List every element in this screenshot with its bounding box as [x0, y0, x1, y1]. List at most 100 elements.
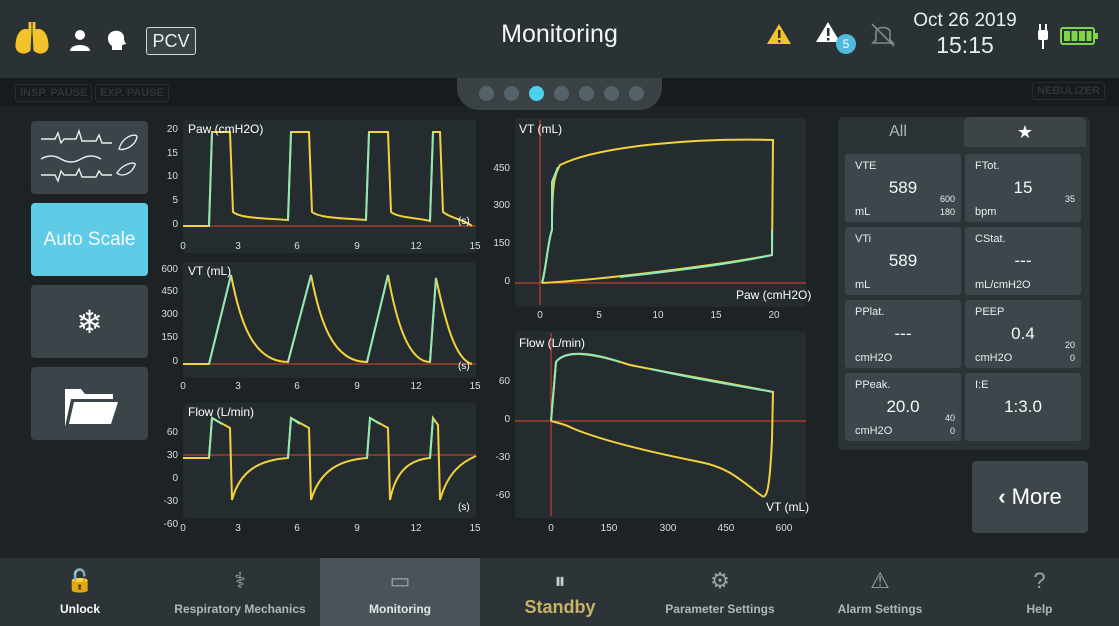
monitor-waveform-icon: ▭ [389, 568, 411, 593]
fv-y-label: Flow (L/min) [519, 336, 586, 350]
paw-waveform-panel[interactable] [183, 120, 476, 253]
x-tick: 12 [410, 381, 422, 392]
param-cell-cstat[interactable]: CStat. --- mL/cmH2O [965, 227, 1081, 295]
pause-icon: ⏸ [554, 568, 566, 593]
y-tick: 600 [161, 264, 178, 275]
page-dot-active[interactable] [529, 86, 544, 101]
y-tick: 300 [493, 200, 510, 211]
x-tick: 0 [180, 241, 186, 252]
pv-x-label: Paw (cmH2O) [736, 288, 812, 302]
x-tick: 6 [294, 241, 300, 252]
flow-waveform-panel[interactable] [183, 403, 476, 518]
page-dot[interactable] [504, 86, 519, 101]
date-label: Oct 26 2019 [913, 10, 1017, 31]
y-tick: 300 [161, 309, 178, 320]
y-tick: 60 [166, 427, 178, 438]
nav-alarm-settings[interactable]: ⚠ Alarm Settings [800, 558, 960, 626]
snowflake-icon: ❄ [76, 304, 103, 340]
x-unit: (s) [458, 502, 470, 513]
y-tick: 150 [161, 332, 178, 343]
nebulizer-button[interactable]: NEBULIZER [1032, 82, 1105, 100]
x-tick: 15 [469, 523, 481, 534]
nav-parameter-settings[interactable]: ⚙ Parameter Settings [640, 558, 800, 626]
x-tick: 0 [548, 523, 554, 534]
nav-respiratory-mechanics[interactable]: ⚕ Respiratory Mechanics [160, 558, 320, 626]
x-unit: (s) [458, 216, 470, 227]
exp-pause-button[interactable]: EXP. PAUSE [95, 84, 169, 102]
param-cell-ftot[interactable]: FTot. 15 bpm 35 [965, 154, 1081, 222]
insp-pause-button[interactable]: INSP. PAUSE [15, 84, 93, 102]
pv-y-label: VT (mL) [519, 122, 563, 136]
y-tick: 0 [172, 219, 178, 230]
lungs-icon: ⚕ [234, 568, 246, 593]
page-dot[interactable] [604, 86, 619, 101]
y-tick: 150 [493, 238, 510, 249]
warning-icon[interactable] [766, 22, 792, 46]
x-tick: 15 [710, 310, 722, 321]
vt-axis-label: VT (mL) [188, 264, 232, 278]
param-cell-ppeak[interactable]: PPeak. 20.0 cmH2O 40 0 [845, 373, 961, 441]
x-tick: 300 [659, 523, 677, 534]
y-tick: 30 [166, 450, 178, 461]
waveform-layout-icon [40, 128, 138, 183]
paw-axis-label: Paw (cmH2O) [188, 122, 264, 136]
flow-axis-label: Flow (L/min) [188, 405, 255, 419]
open-folder-button[interactable] [31, 367, 148, 440]
alarm-silenced-icon[interactable] [870, 20, 896, 48]
page-dot[interactable] [479, 86, 494, 101]
x-tick: 0 [180, 381, 186, 392]
freeze-button[interactable]: ❄ [31, 285, 148, 358]
y-tick: -30 [495, 452, 510, 463]
x-tick: 9 [354, 241, 360, 252]
page-dot[interactable] [579, 86, 594, 101]
x-tick: 10 [652, 310, 664, 321]
tab-all[interactable]: All [838, 117, 958, 147]
page-dot[interactable] [554, 86, 569, 101]
pv-loop-panel[interactable] [515, 118, 806, 307]
param-cell-ie[interactable]: I:E 1:3.0 [965, 373, 1081, 441]
param-cell-vti[interactable]: VTi 589 mL [845, 227, 961, 295]
x-tick: 20 [768, 310, 780, 321]
layout-select-button[interactable] [31, 121, 148, 194]
param-cell-vte[interactable]: VTE 589 mL 600 180 [845, 154, 961, 222]
y-tick: 60 [498, 376, 510, 387]
x-tick: 9 [354, 381, 360, 392]
more-button[interactable]: ‹ More [972, 461, 1088, 533]
ac-plug-icon [1038, 24, 1048, 49]
alarm-warning-icon: ⚠ [870, 568, 890, 593]
unlock-icon: 🔓 [66, 568, 94, 593]
alarm-count-badge: 5 [842, 37, 850, 51]
sliders-icon: ⚙ [710, 568, 730, 593]
fv-x-label: VT (mL) [766, 500, 810, 514]
x-tick: 0 [537, 310, 543, 321]
x-tick: 450 [717, 523, 735, 534]
vt-waveform-panel[interactable] [183, 262, 476, 378]
x-tick: 150 [600, 523, 618, 534]
x-tick: 15 [469, 241, 481, 252]
tab-favorites[interactable]: ★ [964, 117, 1086, 147]
y-tick: 10 [166, 171, 178, 182]
help-icon: ? [1033, 568, 1046, 593]
y-tick: 0 [504, 276, 510, 287]
x-tick: 3 [235, 523, 241, 534]
nav-unlock[interactable]: 🔓 Unlock [0, 558, 160, 626]
y-tick: 0 [172, 356, 178, 367]
x-tick: 12 [410, 523, 422, 534]
y-tick: 450 [161, 286, 178, 297]
auto-scale-button[interactable]: Auto Scale [31, 203, 148, 276]
x-tick: 12 [410, 241, 422, 252]
param-cell-pplat[interactable]: PPlat. --- cmH2O [845, 300, 961, 368]
x-tick: 15 [469, 381, 481, 392]
nav-monitoring[interactable]: ▭ Monitoring [320, 558, 480, 626]
x-tick: 5 [596, 310, 602, 321]
nav-standby[interactable]: ⏸ Standby [480, 558, 640, 626]
x-tick: 6 [294, 523, 300, 534]
x-tick: 6 [294, 381, 300, 392]
time-label: 15:15 [936, 32, 994, 58]
fv-loop-panel[interactable] [515, 331, 806, 518]
nav-help[interactable]: ? Help [960, 558, 1119, 626]
page-indicator[interactable] [457, 78, 662, 110]
page-dot[interactable] [629, 86, 644, 101]
x-tick: 3 [235, 241, 241, 252]
param-cell-peep[interactable]: PEEP 0.4 cmH2O 20 0 [965, 300, 1081, 368]
